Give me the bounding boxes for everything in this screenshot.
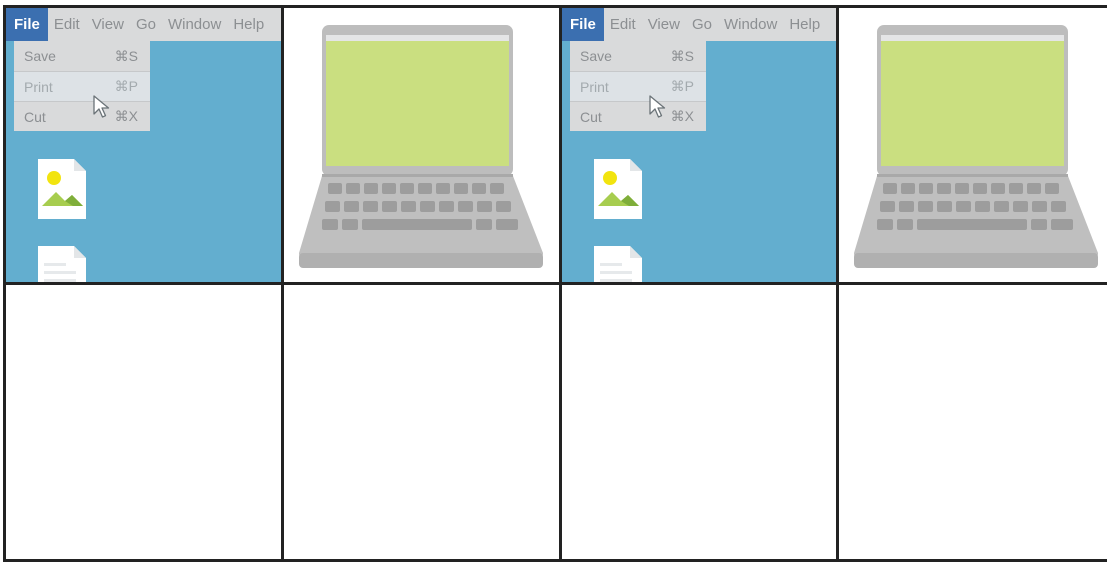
menu-item-save[interactable]: Save ⌘S (570, 41, 706, 71)
file-dropdown: Save ⌘S Print ⌘P Cut ⌘X (14, 41, 150, 131)
menu-item-label: Cut (580, 108, 602, 125)
laptop-icon (299, 25, 543, 268)
menu-file[interactable]: File (6, 8, 48, 41)
laptop-icon (854, 25, 1098, 268)
menu-help[interactable]: Help (227, 16, 270, 33)
panel-desktop-menu-1: File Edit View Go Window Help Save ⌘S Pr… (3, 5, 284, 288)
empty-panel (559, 282, 840, 562)
menu-view[interactable]: View (86, 16, 130, 33)
menu-item-label: Save (580, 48, 612, 64)
empty-panel (281, 282, 562, 562)
menu-item-shortcut: ⌘X (114, 108, 138, 124)
menu-item-print[interactable]: Print ⌘P (14, 71, 150, 101)
menu-item-save[interactable]: Save ⌘S (14, 41, 150, 71)
menu-item-cut[interactable]: Cut ⌘X (14, 101, 150, 131)
menu-bar: File Edit View Go Window Help (562, 8, 837, 41)
menu-item-label: Save (24, 48, 56, 64)
empty-panel (836, 282, 1107, 562)
image-file-icon[interactable] (38, 159, 86, 219)
desktop-background: File Edit View Go Window Help Save ⌘S Pr… (6, 8, 281, 285)
menu-edit[interactable]: Edit (604, 16, 642, 33)
menu-item-cut[interactable]: Cut ⌘X (570, 101, 706, 131)
menu-go[interactable]: Go (130, 16, 162, 33)
menu-help[interactable]: Help (783, 16, 826, 33)
panel-laptop-2 (836, 5, 1107, 288)
image-file-icon[interactable] (594, 159, 642, 219)
menu-file[interactable]: File (562, 8, 604, 41)
menu-item-label: Print (24, 78, 53, 95)
panel-laptop-1 (281, 5, 562, 288)
menu-go[interactable]: Go (686, 16, 718, 33)
pointer-cursor-icon (649, 95, 666, 118)
menu-item-shortcut: ⌘S (670, 47, 694, 64)
empty-panel (3, 282, 284, 562)
pointer-cursor-icon (93, 95, 110, 118)
menu-view[interactable]: View (642, 16, 686, 33)
file-dropdown: Save ⌘S Print ⌘P Cut ⌘X (570, 41, 706, 131)
menu-bar: File Edit View Go Window Help (6, 8, 281, 41)
menu-window[interactable]: Window (162, 16, 227, 33)
menu-item-print[interactable]: Print ⌘P (570, 71, 706, 101)
menu-item-shortcut: ⌘P (670, 78, 694, 94)
menu-item-label: Cut (24, 108, 46, 125)
menu-item-shortcut: ⌘P (114, 78, 138, 94)
menu-item-shortcut: ⌘S (114, 47, 138, 64)
menu-item-label: Print (580, 78, 609, 95)
desktop-background: File Edit View Go Window Help Save ⌘S Pr… (562, 8, 837, 285)
menu-window[interactable]: Window (718, 16, 783, 33)
storyboard-grid: File Edit View Go Window Help Save ⌘S Pr… (0, 0, 1107, 562)
menu-item-shortcut: ⌘X (670, 108, 694, 124)
panel-desktop-menu-2: File Edit View Go Window Help Save ⌘S Pr… (559, 5, 840, 288)
menu-edit[interactable]: Edit (48, 16, 86, 33)
